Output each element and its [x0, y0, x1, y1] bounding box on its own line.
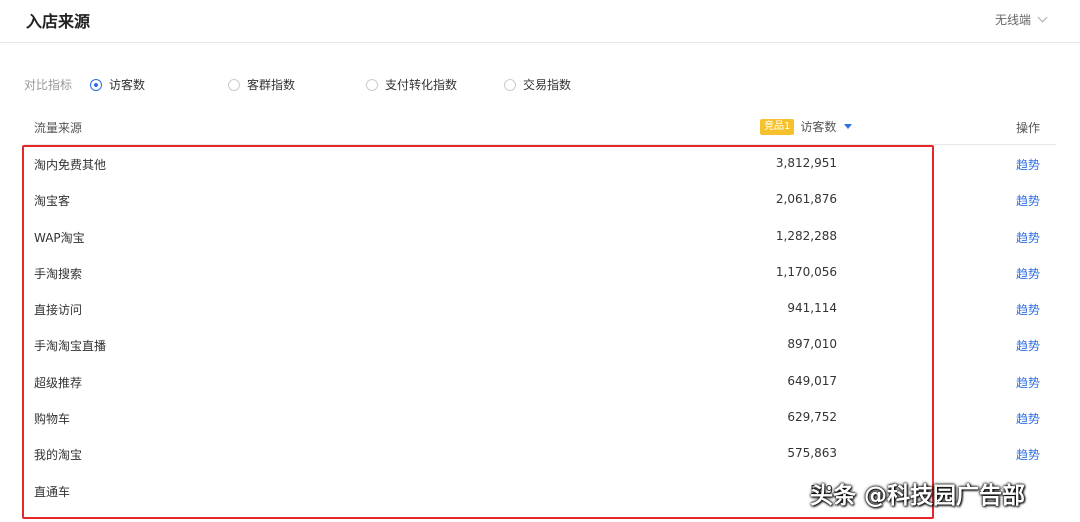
device-selector[interactable]: 无线端 — [994, 11, 1048, 28]
radio-unchecked-icon — [504, 78, 516, 91]
radio-checked-icon — [90, 78, 102, 91]
column-header-visitors[interactable]: 竞品1 访客数 — [760, 118, 853, 135]
trend-link[interactable]: 趋势 — [1016, 301, 1040, 318]
trend-link[interactable]: 趋势 — [1016, 337, 1040, 354]
table-row: 手淘淘宝直播 897,010 趋势 — [24, 326, 1056, 362]
source-name: 淘宝客 — [34, 194, 71, 209]
trend-link[interactable]: 趋势 — [1016, 410, 1040, 427]
source-name: WAP淘宝 — [34, 230, 85, 245]
radio-label: 访客数 — [109, 78, 146, 92]
column-header-action: 操作 — [1015, 121, 1040, 135]
sort-desc-icon[interactable] — [844, 124, 853, 129]
chevron-down-icon — [1037, 12, 1048, 23]
trend-link[interactable]: 趋势 — [1016, 446, 1040, 463]
table-header: 流量来源 竞品1 访客数 操作 — [24, 110, 1056, 145]
table-row: 超级推荐 649,017 趋势 — [24, 363, 1056, 399]
table-row: 我的淘宝 575,863 趋势 — [24, 435, 1056, 471]
source-name: 我的淘宝 — [34, 448, 83, 463]
radio-trade-index[interactable]: 交易指数 — [504, 76, 571, 93]
radio-label: 交易指数 — [523, 78, 572, 92]
page-header: 入店来源 无线端 — [0, 0, 1080, 43]
trend-link[interactable]: 趋势 — [1016, 192, 1040, 209]
table-row: WAP淘宝 1,282,288 趋势 — [24, 218, 1056, 254]
table-row: 淘内免费其他 3,812,951 趋势 — [24, 145, 1056, 181]
radio-visitors[interactable]: 访客数 — [90, 76, 145, 93]
radio-unchecked-icon — [228, 78, 240, 91]
visitor-count: 3,812,951 — [775, 156, 837, 170]
visitor-count: 897,010 — [787, 337, 837, 352]
source-name: 直通车 — [34, 484, 71, 499]
radio-conversion-index[interactable]: 支付转化指数 — [366, 76, 457, 93]
radio-unchecked-icon — [366, 78, 378, 91]
column-header-visitors-label: 访客数 — [800, 120, 837, 134]
traffic-source-table: 淘内免费其他 3,812,951 趋势 淘宝客 2,061,876 趋势 WAP… — [24, 145, 1056, 508]
visitor-count: 629,752 — [787, 410, 837, 425]
radio-label: 客群指数 — [247, 78, 296, 92]
trend-link[interactable]: 趋势 — [1016, 265, 1040, 282]
column-header-source: 流量来源 — [34, 121, 83, 135]
device-selector-label: 无线端 — [994, 13, 1031, 27]
source-name: 淘内免费其他 — [34, 158, 107, 172]
radio-customer-index[interactable]: 客群指数 — [228, 76, 295, 93]
trend-link[interactable]: 趋势 — [1016, 374, 1040, 391]
visitor-count: 649,017 — [787, 373, 837, 388]
source-name: 购物车 — [34, 412, 71, 427]
metric-selector-label: 对比指标 — [24, 78, 73, 92]
source-name: 超级推荐 — [34, 375, 83, 390]
table-row: 直接访问 941,114 趋势 — [24, 290, 1056, 326]
source-name: 手淘搜索 — [34, 266, 83, 281]
visitor-count: 1,170,056 — [775, 264, 837, 279]
table-row: 淘宝客 2,061,876 趋势 — [24, 181, 1056, 217]
visitor-count: 575,863 — [787, 446, 837, 461]
table-row: 购物车 629,752 趋势 — [24, 399, 1056, 435]
visitor-count: 941,114 — [787, 301, 837, 316]
trend-link[interactable]: 趋势 — [1016, 229, 1040, 246]
watermark: 头条 @科技园广告部 — [810, 483, 1026, 509]
table-row: 手淘搜索 1,170,056 趋势 — [24, 254, 1056, 290]
trend-link[interactable]: 趋势 — [1016, 156, 1040, 173]
visitor-count: 2,061,876 — [775, 192, 837, 207]
visitor-count: 1,282,288 — [775, 228, 837, 243]
competitor-badge: 竞品1 — [760, 118, 795, 135]
page-title: 入店来源 — [26, 12, 91, 31]
source-name: 直接访问 — [34, 303, 83, 318]
radio-label: 支付转化指数 — [385, 78, 458, 92]
source-name: 手淘淘宝直播 — [34, 339, 107, 354]
